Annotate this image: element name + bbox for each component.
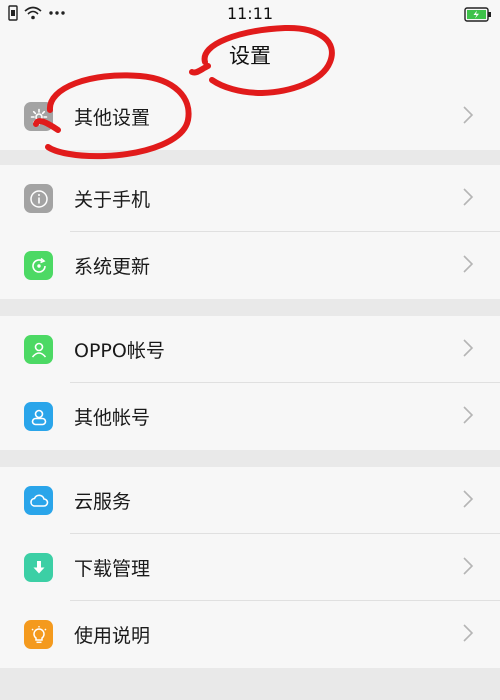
download-icon: [24, 553, 53, 582]
menu-item-label: 关于手机: [74, 189, 151, 211]
status-time: 11:11: [226, 4, 274, 23]
settings-group-device: 关于手机 系统更新: [0, 165, 500, 299]
chevron-right-icon: [463, 106, 474, 124]
menu-item-label: 云服务: [74, 491, 132, 513]
chevron-right-icon: [463, 624, 474, 642]
chevron-right-icon: [463, 255, 474, 273]
menu-item-label: OPPO帐号: [74, 340, 165, 362]
menu-item-cloud-service[interactable]: 云服务: [0, 467, 500, 534]
battery-charging-icon: [464, 7, 491, 22]
update-icon: [24, 251, 53, 280]
menu-item-oppo-account[interactable]: OPPO帐号: [0, 316, 500, 383]
menu-item-user-guide[interactable]: 使用说明: [0, 601, 500, 668]
chevron-right-icon: [463, 188, 474, 206]
chevron-right-icon: [463, 490, 474, 508]
menu-item-label: 其他帐号: [74, 407, 151, 429]
info-icon: [24, 184, 53, 213]
person-icon: [24, 335, 53, 364]
settings-group-services: 云服务 下载管理 使用说明: [0, 467, 500, 668]
menu-item-other-settings[interactable]: 其他设置: [0, 83, 500, 150]
status-right: [464, 7, 492, 26]
cloud-icon: [24, 486, 53, 515]
menu-item-system-update[interactable]: 系统更新: [0, 232, 500, 299]
header: 设置: [0, 30, 500, 83]
menu-item-label: 使用说明: [74, 625, 151, 647]
menu-item-about-phone[interactable]: 关于手机: [0, 165, 500, 232]
bulb-icon: [24, 620, 53, 649]
chevron-right-icon: [463, 557, 474, 575]
chevron-right-icon: [463, 406, 474, 424]
settings-group-other: 其他设置: [0, 83, 500, 150]
status-bar: 11:11: [0, 0, 500, 30]
menu-item-label: 系统更新: [74, 256, 151, 278]
menu-item-other-accounts[interactable]: 其他帐号: [0, 383, 500, 450]
page-title: 设置: [229, 44, 271, 68]
menu-item-label: 下载管理: [74, 558, 151, 580]
settings-group-accounts: OPPO帐号 其他帐号: [0, 316, 500, 450]
person-outline-icon: [24, 402, 53, 431]
menu-item-label: 其他设置: [74, 107, 151, 129]
menu-item-download-manager[interactable]: 下载管理: [0, 534, 500, 601]
gear-icon: [24, 102, 53, 131]
chevron-right-icon: [463, 339, 474, 357]
